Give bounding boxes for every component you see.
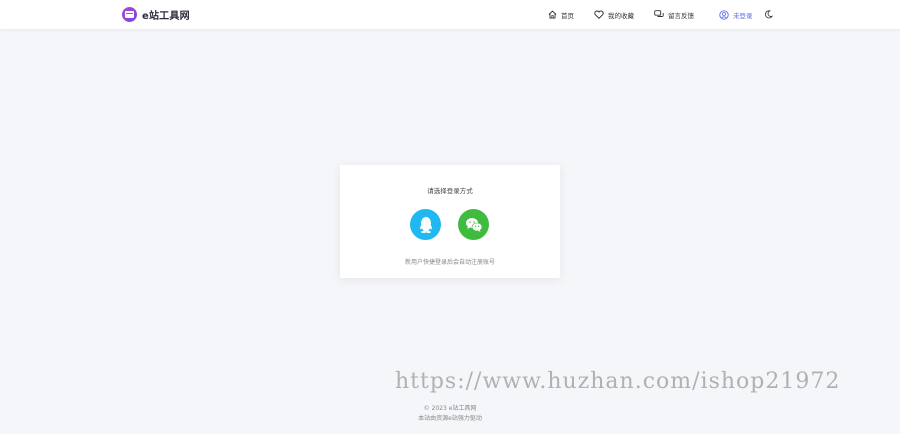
theme-toggle[interactable] (764, 0, 777, 29)
login-hint: 新用户快捷登录后会自动注册账号 (404, 259, 495, 266)
nav-home-label: 首页 (561, 11, 574, 20)
nav-feedback-label: 留言反馈 (668, 11, 694, 20)
nav-favorites-label: 我的收藏 (608, 11, 634, 20)
qq-login-button[interactable] (410, 209, 441, 240)
qq-icon (419, 216, 432, 233)
user-icon (719, 9, 729, 20)
brand-name: e站工具网 (142, 11, 190, 22)
heart-icon (594, 10, 604, 19)
login-card: 请选择登录方式 新用户快捷登录后会自动注册账号 (340, 165, 560, 278)
nav-favorites[interactable]: 我的收藏 (594, 0, 634, 29)
login-title: 请选择登录方式 (427, 187, 473, 195)
watermark-text: https://www.huzhan.com/ishop21972 (395, 369, 841, 394)
nav-login[interactable]: 未登录 (719, 0, 753, 29)
chat-icon (654, 10, 664, 17)
brand-logo[interactable]: e站工具网 (122, 6, 190, 23)
footer-copyright: © 2023 e站工具网 (423, 405, 477, 412)
nav-home[interactable]: 首页 (548, 0, 574, 29)
footer-powered: 本站由资源e站强力驱动 (418, 415, 482, 422)
home-icon (548, 10, 557, 19)
wechat-login-button[interactable] (458, 209, 489, 240)
logo-icon (122, 7, 137, 22)
top-navbar: e站工具网 首页 我的收藏 留言反馈 未登录 (0, 0, 900, 29)
moon-icon (765, 10, 773, 19)
nav-feedback[interactable]: 留言反馈 (654, 0, 694, 29)
wechat-icon (465, 217, 482, 232)
footer: © 2023 e站工具网 本站由资源e站强力驱动 (0, 404, 900, 424)
nav-login-label: 未登录 (733, 11, 753, 20)
